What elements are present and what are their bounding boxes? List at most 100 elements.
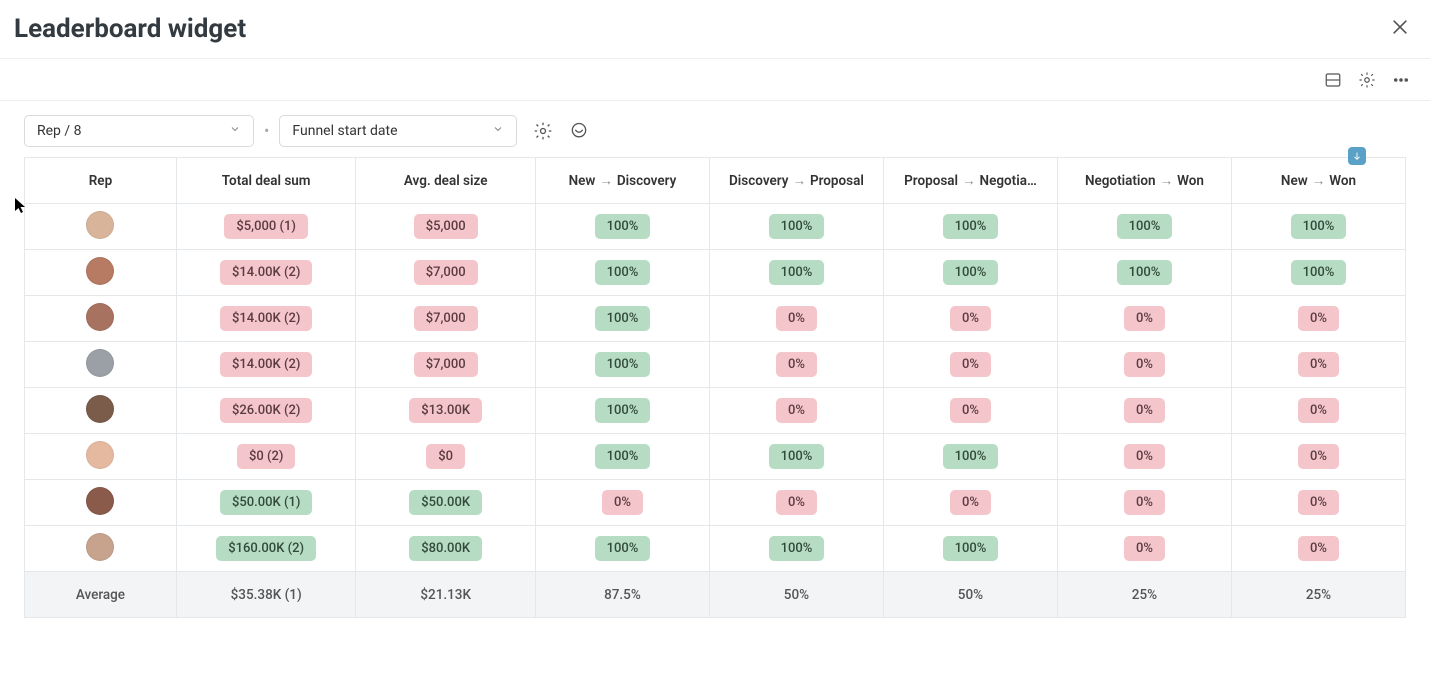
- col-header-avg[interactable]: Avg. deal size: [356, 158, 536, 204]
- value-badge: 0%: [1298, 352, 1339, 377]
- page-title: Leaderboard widget: [14, 14, 246, 44]
- rep-cell[interactable]: [25, 388, 177, 434]
- value-badge: $13.00K: [409, 398, 482, 423]
- leaderboard-table: Rep Total deal sum Avg. deal size New→Di…: [24, 157, 1406, 618]
- rep-cell[interactable]: [25, 250, 177, 296]
- data-cell: 100%: [535, 342, 709, 388]
- value-badge: $50.00K: [409, 490, 482, 515]
- data-cell: 100%: [709, 526, 883, 572]
- value-badge: 100%: [769, 444, 825, 469]
- value-badge: 0%: [950, 306, 991, 331]
- rep-cell[interactable]: [25, 480, 177, 526]
- data-cell: 0%: [1231, 388, 1405, 434]
- footer-avg: $21.13K: [356, 572, 536, 618]
- rep-cell[interactable]: [25, 434, 177, 480]
- data-cell: 100%: [1231, 250, 1405, 296]
- data-cell: 100%: [1231, 204, 1405, 250]
- value-badge: $7,000: [414, 260, 478, 285]
- sort-indicator[interactable]: [1348, 147, 1366, 165]
- value-badge: $5,000 (1): [224, 214, 308, 239]
- data-cell: 0%: [1231, 434, 1405, 480]
- value-badge: 100%: [595, 536, 651, 561]
- value-badge: 0%: [1124, 352, 1165, 377]
- rep-cell[interactable]: [25, 296, 177, 342]
- value-badge: $50.00K (1): [220, 490, 312, 515]
- data-cell: 100%: [883, 250, 1057, 296]
- more-button[interactable]: [1392, 71, 1410, 89]
- value-badge: 0%: [1124, 444, 1165, 469]
- value-badge: $7,000: [414, 306, 478, 331]
- data-cell: 0%: [709, 296, 883, 342]
- settings-button[interactable]: [1358, 71, 1376, 89]
- data-cell: 0%: [1057, 480, 1231, 526]
- value-badge: 100%: [595, 214, 651, 239]
- data-cell: 0%: [1231, 480, 1405, 526]
- configure-button[interactable]: [533, 121, 553, 141]
- avatar[interactable]: [86, 257, 114, 285]
- data-cell: 0%: [883, 296, 1057, 342]
- data-cell: $50.00K: [356, 480, 536, 526]
- footer-s5: 25%: [1231, 572, 1405, 618]
- table-row: $50.00K (1)$50.00K0%0%0%0%0%: [25, 480, 1406, 526]
- data-cell: 100%: [535, 250, 709, 296]
- col-header-total[interactable]: Total deal sum: [176, 158, 356, 204]
- value-badge: 0%: [1298, 536, 1339, 561]
- col-header-stage2[interactable]: Discovery→Proposal: [709, 158, 883, 204]
- close-icon: [1390, 17, 1410, 37]
- rep-select[interactable]: Rep / 8: [24, 115, 254, 147]
- footer-s3: 50%: [883, 572, 1057, 618]
- value-badge: $0 (2): [237, 444, 295, 469]
- avatar[interactable]: [86, 441, 114, 469]
- gear-icon: [1358, 71, 1376, 89]
- col-header-rep[interactable]: Rep: [25, 158, 177, 204]
- chat-icon: [569, 121, 589, 141]
- data-cell: 0%: [1231, 342, 1405, 388]
- data-cell: 100%: [883, 434, 1057, 480]
- data-cell: 100%: [1057, 250, 1231, 296]
- rep-cell[interactable]: [25, 526, 177, 572]
- value-badge: $14.00K (2): [220, 306, 312, 331]
- col-header-stage3[interactable]: Proposal→Negotia…: [883, 158, 1057, 204]
- layout-button[interactable]: [1324, 71, 1342, 89]
- rep-cell[interactable]: [25, 204, 177, 250]
- chevron-down-icon: [229, 123, 241, 139]
- footer-s2: 50%: [709, 572, 883, 618]
- avatar[interactable]: [86, 533, 114, 561]
- avatar[interactable]: [86, 395, 114, 423]
- avatar[interactable]: [86, 211, 114, 239]
- value-badge: 0%: [1124, 306, 1165, 331]
- data-cell: $5,000: [356, 204, 536, 250]
- footer-s1: 87.5%: [535, 572, 709, 618]
- data-cell: 0%: [1057, 296, 1231, 342]
- table-row: $14.00K (2)$7,000100%0%0%0%0%: [25, 296, 1406, 342]
- avatar[interactable]: [86, 349, 114, 377]
- data-cell: $0 (2): [176, 434, 356, 480]
- value-badge: 0%: [776, 352, 817, 377]
- col-header-stage5[interactable]: New→Won: [1231, 158, 1405, 204]
- value-badge: 0%: [776, 490, 817, 515]
- value-badge: 0%: [1298, 444, 1339, 469]
- rep-cell[interactable]: [25, 342, 177, 388]
- data-cell: $0: [356, 434, 536, 480]
- col-header-stage4[interactable]: Negotiation→Won: [1057, 158, 1231, 204]
- value-badge: 0%: [1124, 536, 1165, 561]
- col-header-stage1[interactable]: New→Discovery: [535, 158, 709, 204]
- separator-dot: •: [264, 123, 269, 139]
- data-cell: $7,000: [356, 250, 536, 296]
- comment-button[interactable]: [569, 121, 589, 141]
- avatar[interactable]: [86, 487, 114, 515]
- value-badge: 100%: [943, 214, 999, 239]
- date-select[interactable]: Funnel start date: [279, 115, 517, 147]
- data-cell: 100%: [709, 204, 883, 250]
- data-cell: 0%: [1231, 526, 1405, 572]
- footer-label: Average: [25, 572, 177, 618]
- data-cell: $26.00K (2): [176, 388, 356, 434]
- avatar[interactable]: [86, 303, 114, 331]
- table-row: $26.00K (2)$13.00K100%0%0%0%0%: [25, 388, 1406, 434]
- close-button[interactable]: [1390, 17, 1410, 41]
- value-badge: 100%: [769, 214, 825, 239]
- data-cell: 100%: [883, 526, 1057, 572]
- value-badge: 100%: [595, 398, 651, 423]
- date-select-label: Funnel start date: [292, 123, 397, 139]
- value-badge: 100%: [769, 260, 825, 285]
